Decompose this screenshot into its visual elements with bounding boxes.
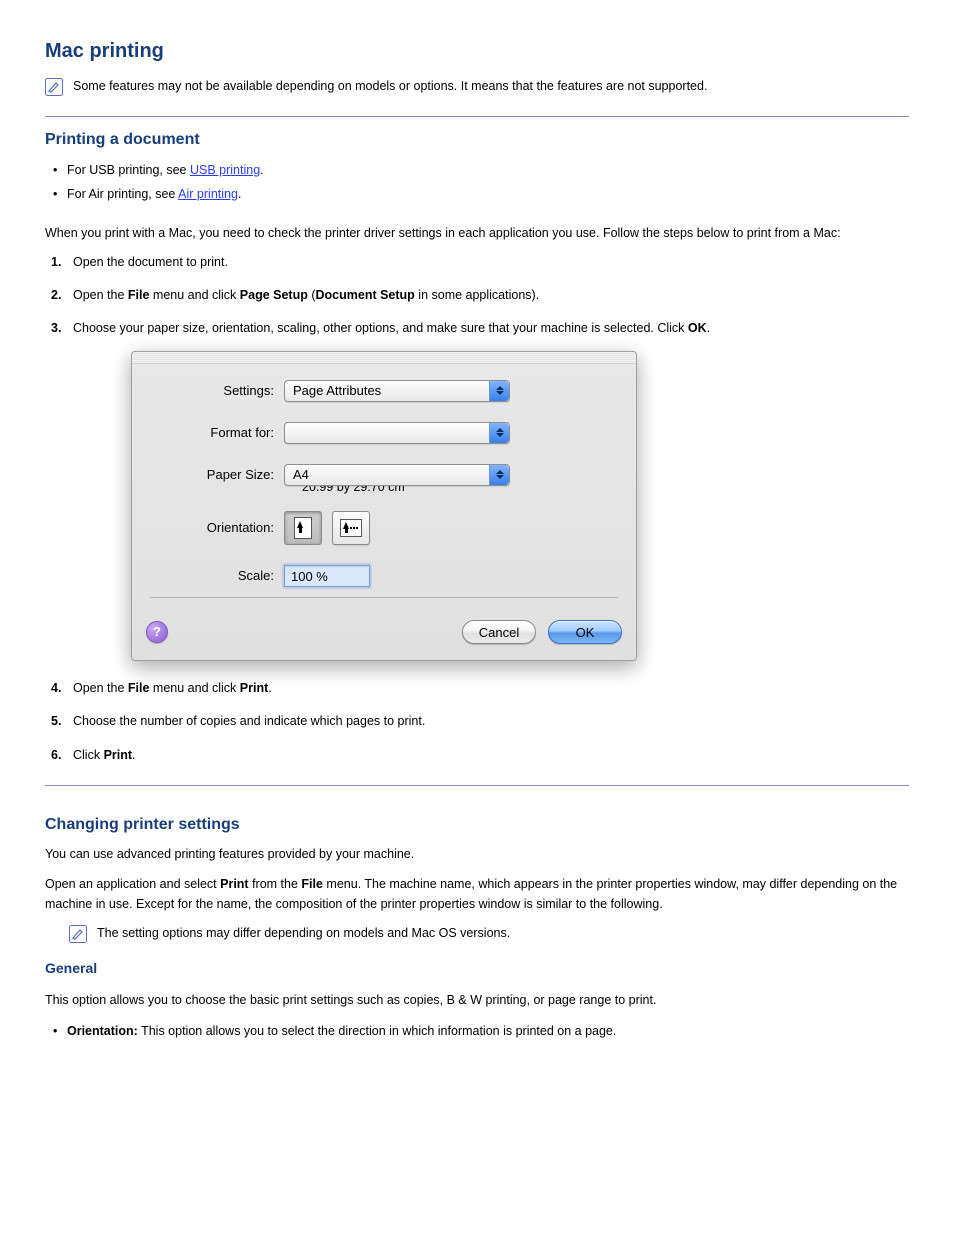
note-icon (69, 925, 87, 943)
step-4: Open the File menu and click Print. (49, 679, 909, 698)
paper-size-value: A4 (293, 465, 309, 485)
step-2: Open the File menu and click Page Setup … (49, 286, 909, 305)
body-paragraph: You can use advanced printing features p… (45, 844, 909, 864)
help-button[interactable]: ? (146, 621, 168, 643)
page-setup-dialog: Settings: Page Attributes Format for: (131, 351, 637, 661)
popup-arrows-icon (489, 465, 509, 485)
sub-section-title: Printing a document (45, 131, 909, 149)
orientation-row: Orientation: (150, 511, 618, 545)
step-6: Click Print. (49, 746, 909, 765)
sub-section-title: Changing printer settings (45, 816, 909, 834)
list-item: For Air printing, see Air printing. (49, 183, 909, 207)
settings-row: Settings: Page Attributes (150, 380, 618, 402)
popup-arrows-icon (489, 423, 509, 443)
general-options-list: Orientation: This option allows you to s… (49, 1020, 909, 1044)
list-item: For USB printing, see USB printing. (49, 159, 909, 183)
note-icon (45, 78, 63, 96)
link-usb-printing[interactable]: USB printing (190, 163, 260, 177)
divider (45, 785, 909, 786)
popup-arrows-icon (489, 381, 509, 401)
settings-label: Settings: (150, 381, 284, 401)
page-setup-dialog-screenshot: Settings: Page Attributes Format for: (131, 351, 909, 661)
general-intro: This option allows you to choose the bas… (45, 990, 909, 1010)
orientation-landscape-button[interactable] (332, 511, 370, 545)
note-row: The setting options may differ depending… (69, 924, 909, 943)
paper-size-popup[interactable]: A4 (284, 464, 510, 486)
scale-label: Scale: (150, 566, 284, 586)
paper-size-label: Paper Size: (150, 465, 284, 485)
settings-popup[interactable]: Page Attributes (284, 380, 510, 402)
note-row: Some features may not be available depen… (45, 77, 909, 96)
format-for-row: Format for: (150, 422, 618, 444)
general-heading: General (45, 957, 909, 979)
note-text: The setting options may differ depending… (97, 924, 510, 943)
section-title: Mac printing (45, 40, 909, 63)
format-for-popup[interactable] (284, 422, 510, 444)
step-3: Choose your paper size, orientation, sca… (49, 319, 909, 661)
cancel-button[interactable]: Cancel (462, 620, 536, 644)
scale-input[interactable] (284, 565, 370, 587)
orientation-label: Orientation: (150, 518, 284, 538)
ok-button[interactable]: OK (548, 620, 622, 644)
format-for-label: Format for: (150, 423, 284, 443)
steps-list: Open the document to print. Open the Fil… (49, 253, 909, 766)
step-1: Open the document to print. (49, 253, 909, 272)
portrait-page-icon (294, 517, 312, 539)
dialog-titlebar (132, 352, 636, 364)
scale-row: Scale: (150, 565, 618, 587)
dialog-divider (150, 597, 618, 598)
link-air-printing[interactable]: Air printing (178, 187, 238, 201)
step-5: Choose the number of copies and indicate… (49, 712, 909, 731)
see-also-list: For USB printing, see USB printing. For … (49, 159, 909, 207)
note-text: Some features may not be available depen… (73, 77, 707, 96)
list-item: Orientation: This option allows you to s… (49, 1020, 909, 1044)
help-icon: ? (153, 622, 161, 642)
divider (45, 116, 909, 117)
orientation-portrait-button[interactable] (284, 511, 322, 545)
settings-value: Page Attributes (293, 381, 381, 401)
landscape-page-icon (340, 519, 362, 537)
body-paragraph: Open an application and select Print fro… (45, 874, 909, 914)
intro-paragraph: When you print with a Mac, you need to c… (45, 223, 909, 243)
